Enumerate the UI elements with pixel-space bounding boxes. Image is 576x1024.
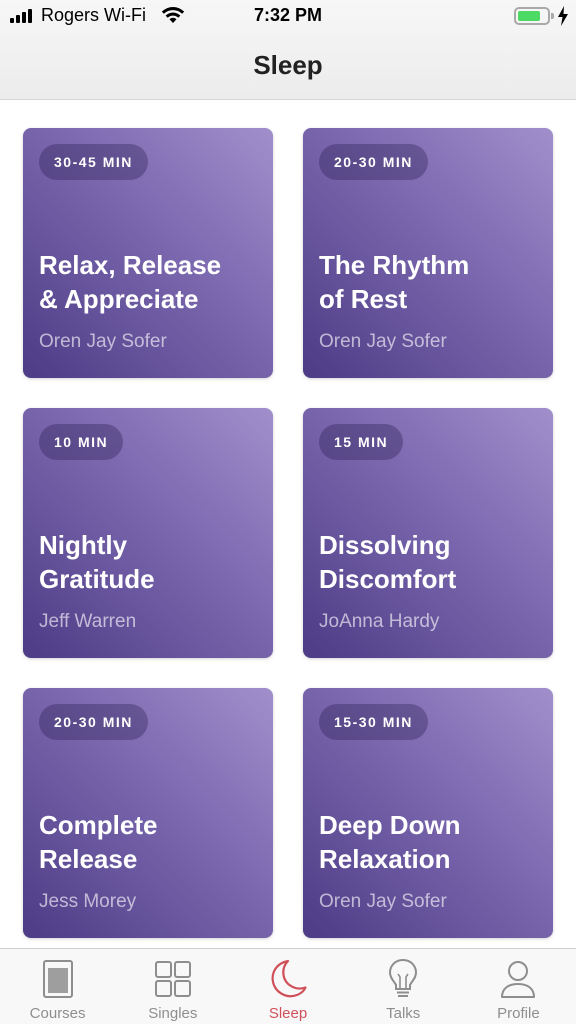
tab-label: Sleep [268, 1005, 308, 1022]
card-title-line: Gratitude [39, 564, 155, 594]
card-author: Oren Jay Sofer [319, 891, 447, 912]
sleep-card[interactable]: 10 MIN Nightly Gratitude Jeff Warren [23, 408, 273, 658]
page-title: Sleep [253, 50, 323, 80]
tab-label: Courses [29, 1005, 86, 1022]
book-icon [42, 960, 73, 998]
duration-badge: 15 MIN [319, 424, 404, 460]
card-title-line: Complete [39, 810, 158, 840]
sleep-card[interactable]: 20-30 MIN The Rhythm of Rest Oren Jay So… [303, 128, 553, 378]
tab-singles[interactable]: Singles [115, 949, 230, 1024]
card-title: Nightly Gratitude [39, 528, 264, 596]
card-title-line: of Rest [319, 284, 408, 314]
lightbulb-icon [389, 958, 418, 997]
card-title-line: The Rhythm [319, 250, 470, 280]
card-title: Dissolving Discomfort [319, 528, 544, 596]
duration-badge: 30-45 MIN [39, 144, 148, 180]
charging-bolt-icon [558, 6, 568, 26]
grid-icon [154, 961, 191, 997]
status-bar: Rogers Wi-Fi 7:32 PM [0, 0, 576, 32]
card-title: The Rhythm of Rest [319, 248, 544, 316]
card-title: Deep Down Relaxation [319, 808, 544, 876]
card-title-line: Dissolving [319, 530, 451, 560]
battery-icon [514, 7, 554, 25]
tab-label: Talks [386, 1005, 421, 1022]
card-author: Jeff Warren [39, 611, 137, 632]
duration-badge: 10 MIN [39, 424, 124, 460]
card-author: Jess Morey [39, 891, 137, 912]
tab-label: Profile [497, 1005, 540, 1022]
card-author: Oren Jay Sofer [39, 331, 167, 352]
tab-talks[interactable]: Talks [346, 949, 461, 1024]
moon-icon [271, 959, 307, 998]
tab-courses[interactable]: Courses [0, 949, 115, 1024]
tab-sleep[interactable]: Sleep [230, 949, 345, 1024]
card-title-line: Release [39, 844, 138, 874]
sleep-card[interactable]: 30-45 MIN Relax, Release & Appreciate Or… [23, 128, 273, 378]
card-title-line: Relaxation [319, 844, 451, 874]
card-title: Complete Release [39, 808, 264, 876]
clock: 7:32 PM [253, 5, 323, 25]
card-author: Oren Jay Sofer [319, 331, 447, 352]
tab-label: Singles [148, 1005, 198, 1022]
top-bar: Rogers Wi-Fi 7:32 PM Sleep [0, 0, 576, 100]
sleep-card[interactable]: 15 MIN Dissolving Discomfort JoAnna Hard… [303, 408, 553, 658]
card-title-line: Relax, Release [39, 250, 222, 280]
sleep-card[interactable]: 15-30 MIN Deep Down Relaxation Oren Jay … [303, 688, 553, 938]
card-title-line: Deep Down [319, 810, 461, 840]
duration-badge: 15-30 MIN [319, 704, 428, 740]
card-author: JoAnna Hardy [319, 611, 440, 632]
sleep-card[interactable]: 20-30 MIN Complete Release Jess Morey [23, 688, 273, 938]
sleep-grid: 30-45 MIN Relax, Release & Appreciate Or… [0, 100, 576, 948]
tab-bar: Courses Singles Sleep Talks Profile [0, 948, 576, 1024]
card-title: Relax, Release & Appreciate [39, 248, 264, 316]
person-icon [501, 961, 536, 998]
card-title-line: & Appreciate [39, 284, 199, 314]
tab-profile[interactable]: Profile [461, 949, 576, 1024]
card-title-line: Discomfort [319, 564, 457, 594]
duration-badge: 20-30 MIN [39, 704, 148, 740]
card-title-line: Nightly [39, 530, 128, 560]
duration-badge: 20-30 MIN [319, 144, 428, 180]
